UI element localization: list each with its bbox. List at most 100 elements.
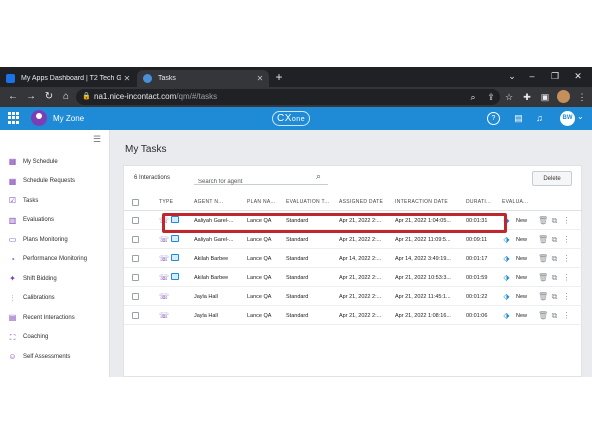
column-type[interactable]: TYPE <box>159 194 173 211</box>
plan-name: Lance QA <box>247 256 272 262</box>
phone-call-icon: ☏ <box>159 273 170 282</box>
row-checkbox[interactable] <box>132 293 139 300</box>
tab-title: My Apps Dashboard | T2 Tech Gr <box>21 75 121 82</box>
tab-strip: My Apps Dashboard | T2 Tech Gr ✕ Tasks ✕… <box>0 67 592 87</box>
interaction-date: Apr 21, 2022 11:09:5... <box>395 237 451 243</box>
table-row[interactable]: ☏ Akilah Barbee Lance QA Standard Apr 21, 20… <box>124 269 583 287</box>
more-options-icon[interactable]: ⋮ <box>562 216 571 225</box>
evaluation-status: New <box>516 275 528 281</box>
star-icon[interactable]: ☆ <box>502 90 516 104</box>
more-options-icon[interactable]: ⋮ <box>562 311 571 320</box>
sidebar-item-coaching[interactable]: ⛶ Coaching <box>0 328 110 348</box>
open-external-icon[interactable]: ⧉ <box>550 254 559 263</box>
open-external-icon[interactable]: ⧉ <box>550 235 559 244</box>
trash-icon[interactable]: 🗑 <box>538 216 548 225</box>
new-tab-icon[interactable]: + <box>272 70 286 84</box>
forward-icon[interactable]: → <box>24 90 38 104</box>
tag-icon: ⬗ <box>503 273 510 282</box>
search-input[interactable] <box>194 175 310 189</box>
agent-name[interactable]: Akilah Barbee <box>194 269 228 287</box>
close-icon[interactable]: ✕ <box>121 74 133 83</box>
open-external-icon[interactable]: ⧉ <box>550 311 559 320</box>
window-close-icon[interactable]: ✕ <box>564 67 592 87</box>
tag-icon: ⬗ <box>503 254 510 263</box>
table-row[interactable]: ☏ Akilah Barbee Lance QA Standard Apr 14, 20… <box>124 250 583 268</box>
table-row[interactable]: ☏ Jayla Hall Lance QA Standard Apr 21, 2022 … <box>124 288 583 306</box>
row-checkbox[interactable] <box>132 312 139 319</box>
sidebar-item-evaluations[interactable]: ▥ Evaluations <box>0 211 110 231</box>
reload-icon[interactable]: ↻ <box>42 90 56 104</box>
sidebar-item-performance-monitoring[interactable]: ◔ Performance Monitoring <box>0 250 110 270</box>
bell-icon[interactable]: ♫ <box>533 112 546 125</box>
help-icon[interactable]: ? <box>487 112 500 125</box>
share-icon[interactable]: ⇪ <box>484 90 498 104</box>
interaction-date: Apr 21, 2022 10:53:3... <box>395 275 451 281</box>
browser-tab-dashboard[interactable]: My Apps Dashboard | T2 Tech Gr ✕ <box>0 70 136 87</box>
agent-name[interactable]: Jayla Hall <box>194 307 218 325</box>
row-checkbox[interactable] <box>132 217 139 224</box>
row-checkbox[interactable] <box>132 255 139 262</box>
more-options-icon[interactable]: ⋮ <box>562 235 571 244</box>
app-launcher-icon[interactable] <box>8 112 20 124</box>
agent-icon[interactable]: ▤ <box>512 112 525 125</box>
profile-avatar[interactable] <box>557 90 570 103</box>
sidebar-item-label: Evaluations <box>23 217 55 224</box>
table-header: TYPE AGENT N... PLAN NA... EVALUATION T.… <box>124 194 583 211</box>
column-evaluation[interactable]: EVALUATION T... <box>286 194 329 211</box>
agent-name[interactable]: Jayla Hall <box>194 288 218 306</box>
open-external-icon[interactable]: ⧉ <box>550 273 559 282</box>
phone-call-icon: ☏ <box>159 254 170 263</box>
menu-kebab-icon[interactable]: ⋮ <box>575 90 589 104</box>
sidebar-item-calibrations[interactable]: ⫶ Calibrations <box>0 289 110 309</box>
trash-icon[interactable]: 🗑 <box>538 311 548 320</box>
row-checkbox[interactable] <box>132 236 139 243</box>
agent-name[interactable]: Akilah Barbee <box>194 250 228 268</box>
interaction-date: Apr 21, 2022 11:45:1... <box>395 294 451 300</box>
select-all-checkbox[interactable] <box>132 199 139 206</box>
row-checkbox[interactable] <box>132 274 139 281</box>
column-plan[interactable]: PLAN NA... <box>247 194 276 211</box>
zoom-icon[interactable]: ⌕ <box>466 90 480 104</box>
user-avatar[interactable]: BW <box>560 111 575 126</box>
open-external-icon[interactable]: ⧉ <box>550 216 559 225</box>
trash-icon[interactable]: 🗑 <box>538 235 548 244</box>
sidebar-item-recent-interactions[interactable]: ▤ Recent Interactions <box>0 308 110 328</box>
column-assigned-date[interactable]: ASSIGNED DATE <box>339 194 383 211</box>
search-icon[interactable]: ⌕ <box>316 171 326 181</box>
extensions-icon[interactable]: ✚ <box>520 90 534 104</box>
home-icon[interactable]: ⌂ <box>59 90 73 104</box>
column-duration[interactable]: DURATI... <box>466 194 491 211</box>
delete-button[interactable]: Delete <box>532 171 572 186</box>
assigned-date: Apr 21, 2022 2:... <box>339 237 382 243</box>
agent-name[interactable]: Aaliyah Garel-... <box>194 231 233 249</box>
sidepanel-icon[interactable]: ▣ <box>538 90 552 104</box>
duration: 00:01:06 <box>466 313 488 319</box>
chevron-down-icon[interactable]: ⌄ <box>577 112 584 121</box>
browser-tab-tasks[interactable]: Tasks ✕ <box>137 70 269 87</box>
back-icon[interactable]: ← <box>6 90 20 104</box>
trash-icon[interactable]: 🗑 <box>538 273 548 282</box>
url-field[interactable]: 🔒 na1.nice-incontact.com/qm/#/tasks <box>76 89 500 105</box>
zone-title: My Zone <box>53 114 85 123</box>
collapse-menu-icon[interactable]: ☰ <box>93 134 103 144</box>
column-agent[interactable]: AGENT N... <box>194 194 223 211</box>
plan-name: Lance QA <box>247 237 272 243</box>
column-interaction-date[interactable]: INTERACTION DATE <box>395 194 448 211</box>
close-icon[interactable]: ✕ <box>254 74 266 83</box>
table-row[interactable]: ☏ Jayla Hall Lance QA Standard Apr 21, 2022 … <box>124 307 583 325</box>
sidebar-item-self-assessments[interactable]: ☺ Self Assessments <box>0 347 110 367</box>
column-evaluation-status[interactable]: EVALUA... <box>502 194 528 211</box>
sidebar-item-schedule-requests[interactable]: ▦ Schedule Requests <box>0 172 110 192</box>
sidebar-item-plans-monitoring[interactable]: ▭ Plans Monitoring <box>0 230 110 250</box>
table-row[interactable]: ☏ Aaliyah Garel-... Lance QA Standard Apr 21… <box>124 231 583 249</box>
evaluation-status: New <box>516 237 528 243</box>
more-options-icon[interactable]: ⋮ <box>562 273 571 282</box>
open-external-icon[interactable]: ⧉ <box>550 292 559 301</box>
more-options-icon[interactable]: ⋮ <box>562 292 571 301</box>
trash-icon[interactable]: 🗑 <box>538 254 548 263</box>
sidebar-item-my-schedule[interactable]: ▦ My Schedule <box>0 152 110 172</box>
trash-icon[interactable]: 🗑 <box>538 292 548 301</box>
sidebar-item-tasks[interactable]: ☑ Tasks <box>0 191 110 211</box>
sidebar-item-shift-bidding[interactable]: ✦ Shift Bidding <box>0 269 110 289</box>
more-options-icon[interactable]: ⋮ <box>562 254 571 263</box>
